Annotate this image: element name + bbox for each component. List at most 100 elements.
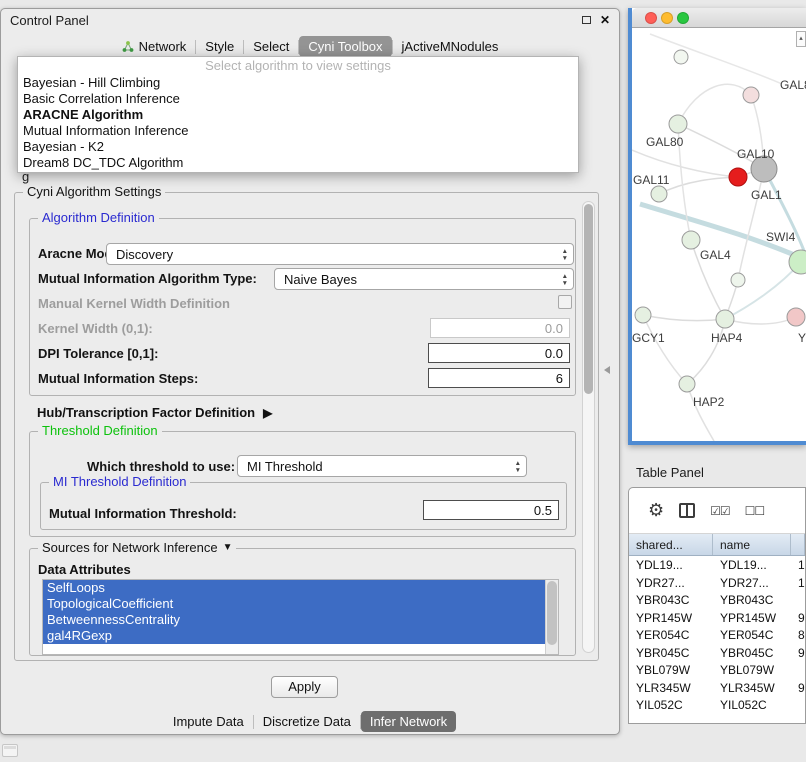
tab-cyni-toolbox[interactable]: Cyni Toolbox: [299, 36, 391, 57]
algorithm-popup-item[interactable]: Bayesian - Hill Climbing: [18, 75, 578, 91]
hub-transcription-factor-toggle[interactable]: Hub/Transcription Factor Definition ▶: [37, 405, 272, 420]
network-edge[interactable]: [650, 34, 782, 84]
network-edge[interactable]: [678, 84, 751, 124]
table-row[interactable]: YBR045CYBR045C9.: [629, 644, 805, 662]
attributes-scrollbar[interactable]: [545, 580, 558, 654]
sources-toggle[interactable]: Sources for Network Inference ▼: [38, 540, 236, 555]
algorithm-popup-item[interactable]: ARACNE Algorithm: [18, 107, 578, 123]
table-row[interactable]: YBL079WYBL079W: [629, 661, 805, 679]
tab-impute-data[interactable]: Impute Data: [164, 711, 253, 732]
mi-algorithm-type-dropdown[interactable]: Naive Bayes ▲▼: [274, 268, 574, 290]
mi-steps-label: Mutual Information Steps:: [38, 371, 198, 386]
table-cell: YBR045C: [629, 644, 713, 662]
minimize-traffic-light-icon[interactable]: [661, 12, 673, 24]
network-node[interactable]: [682, 231, 700, 249]
network-canvas-area[interactable]: GAL8GAL80GAL10GAL11GAL1SWI4GAL4GCY1HAP4Y…: [632, 28, 806, 441]
collapse-down-icon: ▼: [223, 542, 233, 553]
network-edge[interactable]: [643, 315, 687, 384]
tab-select[interactable]: Select: [244, 36, 298, 57]
network-node[interactable]: [743, 87, 759, 103]
network-node-label: Y: [798, 331, 806, 345]
tab-jactivemnodules[interactable]: jActiveMNodules: [393, 36, 508, 57]
data-attribute-item[interactable]: BetweennessCentrality: [43, 612, 558, 628]
columns-icon[interactable]: [679, 503, 695, 518]
table-row[interactable]: YIL052CYIL052C: [629, 696, 805, 714]
mi-algorithm-type-label: Mutual Information Algorithm Type:: [38, 271, 257, 286]
settings-scrollbar[interactable]: [582, 201, 595, 653]
sources-for-network-inference-group: Sources for Network Inference ▼ Data Att…: [29, 548, 576, 656]
mi-threshold-input[interactable]: 0.5: [423, 500, 559, 520]
data-attribute-item[interactable]: gal4RGexp: [43, 628, 558, 644]
column-header-name[interactable]: name: [713, 534, 791, 555]
table-row[interactable]: YER054CYER054C8.: [629, 626, 805, 644]
close-traffic-light-icon[interactable]: [645, 12, 657, 24]
network-node[interactable]: [787, 308, 805, 326]
network-edge[interactable]: [687, 319, 725, 384]
table-cell: [791, 696, 805, 714]
network-edge[interactable]: [725, 317, 796, 324]
attributes-scrollbar-thumb[interactable]: [547, 581, 557, 645]
dpi-tolerance-input[interactable]: 0.0: [428, 343, 570, 363]
network-node[interactable]: [674, 50, 688, 64]
control-panel-titlebar[interactable]: Control Panel ✕: [1, 9, 619, 31]
algorithm-definition-title: Algorithm Definition: [38, 210, 159, 225]
column-header-shared-name[interactable]: shared...: [629, 534, 713, 555]
chevron-down-icon: ▼: [562, 255, 568, 262]
select-all-icon[interactable]: ☑☑: [710, 504, 730, 518]
column-header-cut[interactable]: [791, 534, 805, 555]
tab-style[interactable]: Style: [196, 36, 243, 57]
table-row[interactable]: YDR27...YDR27...12: [629, 574, 805, 592]
apply-button[interactable]: Apply: [271, 676, 338, 698]
algorithm-popup-item[interactable]: Dream8 DC_TDC Algorithm: [18, 155, 578, 171]
tab-discretize-data[interactable]: Discretize Data: [254, 711, 360, 732]
kernel-width-input[interactable]: 0.0: [430, 318, 570, 338]
cyni-settings-title: Cyni Algorithm Settings: [23, 184, 165, 199]
table-row[interactable]: YBR043CYBR043C: [629, 591, 805, 609]
float-window-icon[interactable]: [582, 16, 591, 24]
close-icon[interactable]: ✕: [600, 15, 610, 25]
tab-network[interactable]: Network: [113, 36, 196, 57]
network-edge[interactable]: [643, 315, 725, 321]
aracne-mode-dropdown[interactable]: Discovery ▲▼: [106, 243, 574, 265]
table-row[interactable]: YDL19...YDL19...13: [629, 556, 805, 574]
which-threshold-value: MI Threshold: [247, 459, 323, 474]
data-attributes-listbox[interactable]: SelfLoopsTopologicalCoefficientBetweenne…: [42, 579, 559, 655]
network-node[interactable]: [679, 376, 695, 392]
tab-infer-network[interactable]: Infer Network: [361, 711, 456, 732]
network-node[interactable]: [716, 310, 734, 328]
which-threshold-dropdown[interactable]: MI Threshold ▲▼: [237, 455, 527, 477]
network-node[interactable]: [731, 273, 745, 287]
network-canvas[interactable]: GAL8GAL80GAL10GAL11GAL1SWI4GAL4GCY1HAP4Y…: [632, 28, 806, 441]
mi-steps-input[interactable]: 6: [428, 368, 570, 388]
network-edge[interactable]: [687, 384, 714, 441]
data-attribute-item[interactable]: TopologicalCoefficient: [43, 596, 558, 612]
algorithm-popup-item[interactable]: Mutual Information Inference: [18, 123, 578, 139]
network-node[interactable]: [729, 168, 747, 186]
table-row[interactable]: YPR145WYPR145W9.: [629, 609, 805, 627]
algorithm-popup-item[interactable]: Basic Correlation Inference: [18, 91, 578, 107]
deselect-all-icon[interactable]: ☐☐: [745, 504, 765, 518]
zoom-traffic-light-icon[interactable]: [677, 12, 689, 24]
hub-section-label: Hub/Transcription Factor Definition: [37, 405, 255, 420]
minimized-panel-icon[interactable]: [2, 744, 18, 757]
network-node[interactable]: [635, 307, 651, 323]
cyni-bottom-tabs: Impute Data Discretize Data Infer Networ…: [1, 711, 619, 732]
mi-threshold-definition-group: MI Threshold Definition Mutual Informati…: [40, 482, 567, 530]
table-toolbar: ⚙ ☑☑ ☐☐: [629, 488, 805, 534]
data-attributes-label: Data Attributes: [38, 562, 131, 577]
which-threshold-label: Which threshold to use:: [87, 459, 235, 474]
network-scroll-up-icon[interactable]: ▴: [796, 31, 806, 47]
table-cell: YPR145W: [713, 609, 791, 627]
settings-scrollbar-thumb[interactable]: [584, 204, 593, 394]
network-node-label: GAL1: [751, 188, 782, 202]
network-node[interactable]: [669, 115, 687, 133]
algorithm-popup-item[interactable]: Bayesian - K2: [18, 139, 578, 155]
network-window-titlebar[interactable]: [632, 8, 806, 28]
network-node[interactable]: [651, 186, 667, 202]
data-attribute-item[interactable]: SelfLoops: [43, 580, 558, 596]
manual-kernel-width-checkbox[interactable]: [558, 295, 572, 309]
network-edge[interactable]: [659, 177, 738, 194]
table-row[interactable]: YLR345WYLR345W9.: [629, 679, 805, 697]
panel-divider-collapse-arrow[interactable]: [604, 366, 610, 374]
gear-icon[interactable]: ⚙: [648, 500, 664, 521]
